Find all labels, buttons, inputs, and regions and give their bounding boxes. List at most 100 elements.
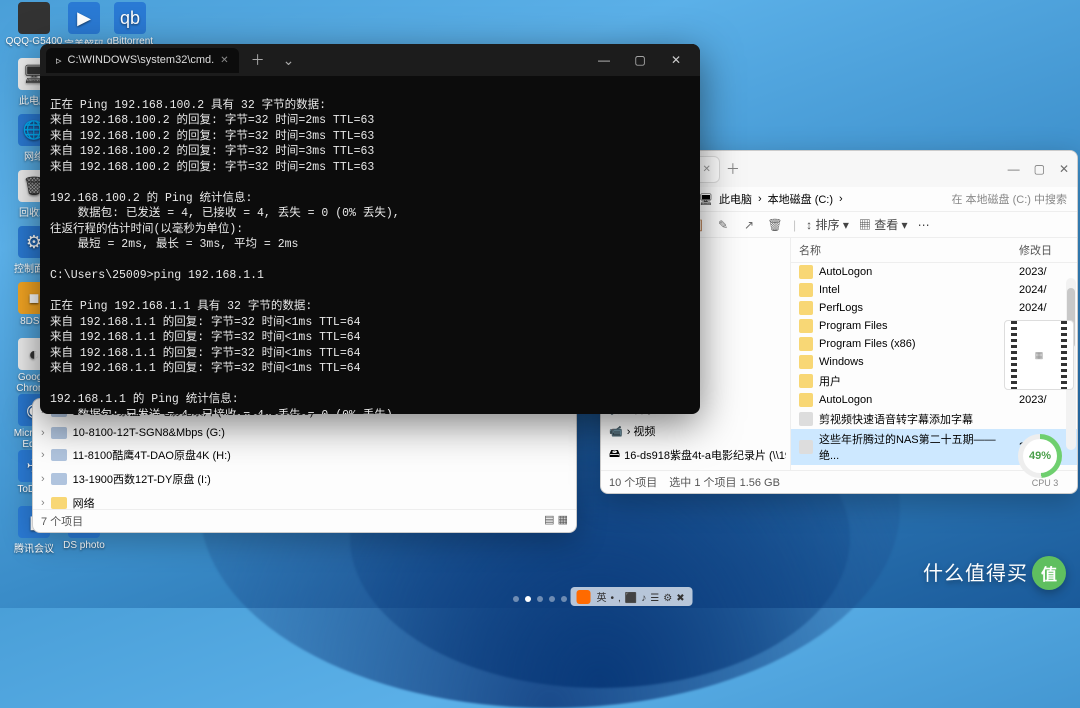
sogou-ime-icon[interactable] xyxy=(577,590,591,604)
desktop-icon[interactable]: qbqBittorrent xyxy=(100,2,160,47)
file-date: 2024/ xyxy=(1019,284,1069,296)
drive-label: 13-1900西数12T-DY原盘 (I:) xyxy=(73,471,211,487)
file-icon xyxy=(799,440,813,454)
folder-icon xyxy=(799,374,813,388)
ime-segment[interactable]: ⬛ xyxy=(623,593,639,604)
ime-toolbar[interactable]: 英•,⬛♪☰⚙✖ xyxy=(571,587,693,606)
minimize-button[interactable]: — xyxy=(586,47,622,73)
sidebar-item[interactable]: 📹 › 视频 xyxy=(605,420,786,442)
ime-segment[interactable]: • xyxy=(609,593,617,604)
rename-icon[interactable]: ✎ xyxy=(715,217,731,233)
drive-item[interactable]: ›10-8100-12T-SGN8&Mbps (G:) xyxy=(33,423,576,443)
close-button[interactable]: ✕ xyxy=(658,47,694,73)
file-name: AutoLogon xyxy=(819,394,1013,406)
drive-item[interactable]: › 13-1900西数12T-DY原盘 (I:) xyxy=(33,467,576,491)
file-date: 2024/ xyxy=(1019,302,1069,314)
close-tab-icon[interactable]: ✕ xyxy=(703,164,711,175)
file-date: 2023/ xyxy=(1019,266,1069,278)
status-item-count: 7 个项目 xyxy=(41,513,83,529)
home-icon[interactable]: 🖥 xyxy=(699,193,713,206)
smzdm-badge-icon: 值 xyxy=(1032,556,1066,590)
watermark-text: 什么值得买 xyxy=(923,557,1028,586)
folder-icon xyxy=(799,319,813,333)
file-row[interactable]: AutoLogon 2023/ xyxy=(791,391,1077,409)
terminal-output[interactable]: 正在 Ping 192.168.100.2 具有 32 字节的数据: 来自 19… xyxy=(40,76,700,414)
folder-icon xyxy=(799,355,813,369)
cmd-window[interactable]: ▹ C:\WINDOWS\system32\cmd. ✕ ＋ ⌄ — ▢ ✕ 正… xyxy=(40,44,700,414)
column-name[interactable]: 名称 xyxy=(799,242,1011,258)
status-selection: 选中 1 个项目 1.56 GB xyxy=(669,474,780,490)
ime-segment[interactable]: ⚙ xyxy=(661,593,674,604)
slideshow-dots[interactable] xyxy=(513,596,567,602)
close-button[interactable]: ✕ xyxy=(1059,162,1069,176)
cmd-titlebar[interactable]: ▹ C:\WINDOWS\system32\cmd. ✕ ＋ ⌄ — ▢ ✕ xyxy=(40,44,700,76)
file-row[interactable]: AutoLogon 2023/ xyxy=(791,263,1077,281)
file-name: 用户 xyxy=(819,373,1013,389)
ime-segment[interactable]: 英 xyxy=(595,593,609,604)
file-row[interactable]: PerfLogs 2024/ xyxy=(791,299,1077,317)
file-icon xyxy=(799,412,813,426)
close-tab-icon[interactable]: ✕ xyxy=(220,55,228,66)
disk-icon xyxy=(51,473,67,485)
icon-label: DS photo xyxy=(54,540,114,551)
file-name: PerfLogs xyxy=(819,302,1013,314)
file-row[interactable]: Intel 2024/ xyxy=(791,281,1077,299)
drive-label: 11-8100酷鹰4T-DAO原盘4K (H:) xyxy=(73,447,231,463)
breadcrumb-item[interactable]: 此电脑 xyxy=(719,191,752,207)
more-button[interactable]: ⋯ xyxy=(918,218,930,232)
ime-segment[interactable]: ☰ xyxy=(648,593,661,604)
sidebar-item[interactable]: 🖴16-ds918紫盘4t-a电影纪录片 (\\192.168.100.139) xyxy=(605,442,786,467)
sidebar-label: 16-ds918紫盘4t-a电影纪录片 (\\192.168.100.139) xyxy=(624,447,786,463)
video-thumbnail-preview: ▦ xyxy=(1004,320,1074,390)
file-name: Program Files xyxy=(819,320,1013,332)
new-tab-button[interactable]: ＋ xyxy=(245,50,271,70)
sidebar-icon: 📹 xyxy=(609,425,623,438)
file-row[interactable]: 剪视频快速语音转字幕添加字幕 xyxy=(791,409,1077,429)
search-field[interactable]: 在 本地磁盘 (C:) 中搜索 xyxy=(952,191,1068,207)
file-name: 剪视频快速语音转字幕添加字幕 xyxy=(819,411,1013,427)
breadcrumb-item[interactable]: 本地磁盘 (C:) xyxy=(768,191,833,207)
maximize-button[interactable]: ▢ xyxy=(1034,162,1045,176)
ime-segment[interactable]: ✖ xyxy=(674,593,686,604)
drive-label: 网络 xyxy=(73,495,95,509)
folder-icon xyxy=(799,265,813,279)
view-button[interactable]: ▦ 查看 ▾ xyxy=(859,216,908,233)
drive-item[interactable]: › 11-8100酷鹰4T-DAO原盘4K (H:) xyxy=(33,443,576,467)
new-tab-button[interactable]: ＋ xyxy=(726,159,740,179)
tab-dropdown-icon[interactable]: ⌄ xyxy=(277,52,301,69)
sort-button[interactable]: ↕ 排序 ▾ xyxy=(806,216,849,233)
sidebar-icon: 🖴 xyxy=(609,445,620,464)
app-icon: ▶ xyxy=(68,2,100,34)
file-date: 2023/ xyxy=(1019,394,1069,406)
view-mode-icons[interactable]: ▤ ▦ xyxy=(544,513,568,529)
file-name: Windows xyxy=(819,356,1013,368)
delete-icon[interactable]: 🗑 xyxy=(767,217,783,233)
chevron-icon: › xyxy=(41,449,45,461)
maximize-button[interactable]: ▢ xyxy=(622,47,658,73)
sidebar-label: › 视频 xyxy=(627,423,656,439)
cmd-icon: ▹ xyxy=(56,54,62,67)
cmd-tab[interactable]: ▹ C:\WINDOWS\system32\cmd. ✕ xyxy=(46,48,239,73)
cpu-widget[interactable]: 49% CPU 3 xyxy=(1018,434,1072,488)
folder-icon xyxy=(799,283,813,297)
chevron-icon: › xyxy=(41,497,45,509)
column-date[interactable]: 修改日 xyxy=(1019,242,1069,258)
chevron-icon: › xyxy=(41,473,45,485)
folder-icon xyxy=(799,393,813,407)
folder-icon xyxy=(51,497,67,509)
minimize-button[interactable]: — xyxy=(1008,162,1020,176)
disk-icon xyxy=(51,449,67,461)
folder-icon xyxy=(799,337,813,351)
folder-icon xyxy=(799,301,813,315)
explorer-left-window[interactable]: ›16-ds918紫盘4t-a电影纪录片 (\\192.168.100.139)… xyxy=(32,398,577,533)
file-name: Program Files (x86) xyxy=(819,338,1013,350)
drive-item[interactable]: › 网络 xyxy=(33,491,576,509)
chevron-icon: › xyxy=(41,427,45,439)
ime-segment[interactable]: ♪ xyxy=(639,593,648,604)
share-icon[interactable]: ↗ xyxy=(741,217,757,233)
file-name: Intel xyxy=(819,284,1013,296)
file-name: 这些年折腾过的NAS第二十五期——绝... xyxy=(819,431,1013,463)
file-name: AutoLogon xyxy=(819,266,1013,278)
app-icon: qb xyxy=(114,2,146,34)
status-count: 10 个项目 xyxy=(609,474,657,490)
